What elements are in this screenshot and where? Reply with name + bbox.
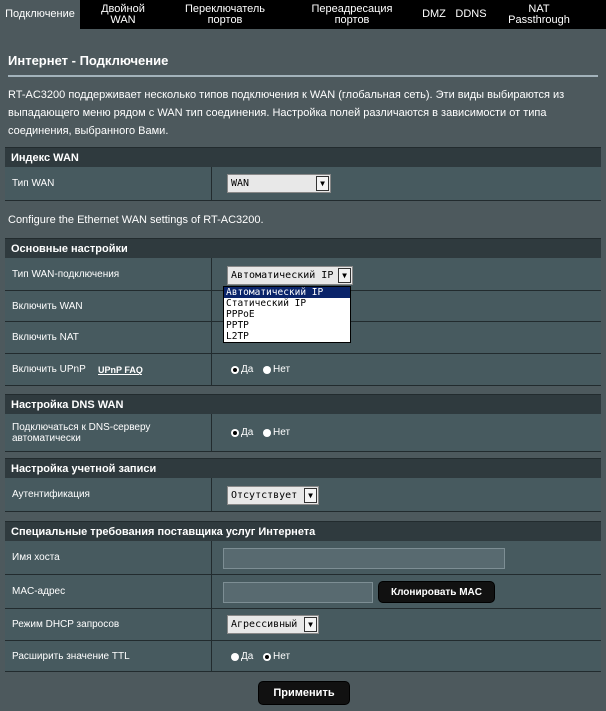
dns-auto-label: Подключаться к DNS-серверу автоматически [5, 414, 212, 451]
chevron-down-icon: ▼ [304, 488, 317, 503]
dns-no-radio[interactable]: Нет [263, 427, 290, 438]
clone-mac-button[interactable]: Клонировать MAC [378, 581, 495, 603]
tab-bar: Подключение Двойной WAN Переключатель по… [0, 0, 606, 29]
configure-text: Configure the Ethernet WAN settings of R… [8, 214, 264, 226]
wan-type-select[interactable]: WAN ▼ [227, 174, 331, 193]
dhcp-mode-select[interactable]: Агрессивный ▼ [227, 615, 319, 634]
section-header-wan-index: Индекс WAN [5, 147, 601, 167]
tab-label: DMZ [422, 8, 446, 20]
ttl-no-radio[interactable]: Нет [263, 651, 290, 662]
enable-upnp-text: Включить UPnP [12, 364, 86, 375]
tab-label: Двойной WAN [101, 2, 145, 26]
conn-type-dropdown-list: Автоматический IP Статический IP PPPoE P… [223, 286, 351, 343]
tab-port-switch[interactable]: Переключатель портов [166, 0, 284, 29]
auth-value: Отсутствует [231, 490, 298, 501]
enable-upnp-label: Включить UPnP UPnP FAQ [5, 354, 212, 385]
row-auth: Аутентификация Отсутствует ▼ [5, 478, 601, 512]
chevron-down-icon: ▼ [338, 268, 351, 283]
radio-label: Нет [273, 364, 291, 375]
mac-label: MAC-адрес [5, 575, 212, 608]
conn-type-value: Автоматический IP [231, 270, 334, 281]
wan-type-value: WAN [231, 178, 250, 189]
tab-label: DDNS [455, 8, 487, 20]
radio-dot-icon [263, 428, 271, 437]
row-enable-upnp: Включить UPnP UPnP FAQ Да Нет [5, 354, 601, 386]
radio-dot-icon [231, 428, 239, 437]
option-static-ip[interactable]: Статический IP [224, 298, 350, 309]
radio-label: Да [241, 427, 254, 438]
tab-dual-wan[interactable]: Двойной WAN [84, 0, 162, 29]
row-mac: MAC-адрес Клонировать MAC [5, 575, 601, 609]
title-divider [8, 75, 598, 77]
radio-label: Нет [273, 651, 291, 662]
radio-label: Нет [273, 427, 291, 438]
hostname-label: Имя хоста [5, 541, 212, 574]
tab-label: Подключение [5, 8, 75, 20]
upnp-faq-link[interactable]: UPnP FAQ [98, 365, 143, 376]
radio-dot-icon [231, 652, 239, 661]
radio-dot-icon [263, 365, 271, 374]
auth-label: Аутентификация [5, 478, 212, 511]
dhcp-mode-value: Агрессивный [231, 619, 298, 630]
page-description: RT-AC3200 поддерживает несколько типов п… [8, 89, 565, 137]
row-hostname: Имя хоста [5, 541, 601, 575]
radio-label: Да [241, 364, 254, 375]
option-l2tp[interactable]: L2TP [224, 331, 350, 342]
chevron-down-icon: ▼ [316, 176, 329, 191]
upnp-no-radio[interactable]: Нет [263, 364, 290, 375]
enable-wan-label: Включить WAN [5, 291, 212, 321]
chevron-down-icon: ▼ [304, 617, 317, 632]
apply-button[interactable]: Применить [258, 681, 350, 705]
tab-label: Переключатель портов [184, 2, 266, 26]
option-pppoe[interactable]: PPPoE [224, 309, 350, 320]
tab-label: NAT Passthrough [508, 2, 570, 26]
section-header-dns: Настройка DNS WAN [5, 394, 601, 414]
row-wan-type: Тип WAN WAN ▼ [5, 167, 601, 201]
tab-label: Переадресация портов [311, 2, 393, 26]
dns-yes-radio[interactable]: Да [231, 427, 253, 438]
section-header-account: Настройка учетной записи [5, 458, 601, 478]
radio-dot-icon [263, 652, 271, 661]
row-dns-auto: Подключаться к DNS-серверу автоматически… [5, 414, 601, 452]
tab-ddns[interactable]: DDNS [452, 0, 490, 29]
dhcp-mode-label: Режим DHCP запросов [5, 609, 212, 640]
option-pptp[interactable]: PPTP [224, 320, 350, 331]
tab-nat-passthrough[interactable]: NAT Passthrough [492, 0, 586, 29]
hostname-input[interactable] [223, 548, 505, 569]
mac-input[interactable] [223, 582, 373, 603]
tab-port-forwarding[interactable]: Переадресация портов [288, 0, 416, 29]
radio-label: Да [241, 651, 254, 662]
upnp-yes-radio[interactable]: Да [231, 364, 253, 375]
ttl-yes-radio[interactable]: Да [231, 651, 253, 662]
tab-connection[interactable]: Подключение [0, 0, 80, 29]
wan-type-label: Тип WAN [5, 167, 212, 200]
page-title: Интернет - Подключение [8, 53, 169, 68]
option-auto-ip[interactable]: Автоматический IP [224, 287, 350, 298]
section-header-isp: Специальные требования поставщика услуг … [5, 521, 601, 541]
conn-type-label: Тип WAN-подключения [5, 258, 212, 290]
conn-type-select[interactable]: Автоматический IP ▼ [227, 266, 353, 285]
radio-dot-icon [231, 365, 239, 374]
ttl-label: Расширить значение TTL [5, 641, 212, 671]
tab-dmz[interactable]: DMZ [418, 0, 450, 29]
enable-nat-label: Включить NAT [5, 322, 212, 353]
auth-select[interactable]: Отсутствует ▼ [227, 486, 319, 505]
row-dhcp-mode: Режим DHCP запросов Агрессивный ▼ [5, 609, 601, 641]
row-ttl: Расширить значение TTL Да Нет [5, 641, 601, 672]
section-header-basic: Основные настройки [5, 238, 601, 258]
